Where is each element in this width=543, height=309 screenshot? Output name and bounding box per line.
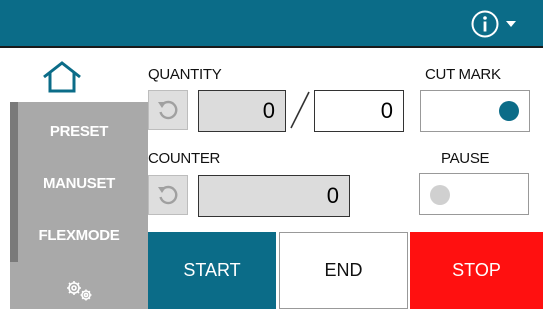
slash-separator xyxy=(290,91,310,129)
quantity-current-field[interactable]: 0 xyxy=(198,90,286,132)
quantity-label: QUANTITY xyxy=(148,66,222,83)
pause-indicator-dot xyxy=(430,185,450,205)
sidebar-accent-bar xyxy=(10,102,18,262)
cut-mark-indicator-dot xyxy=(499,101,519,121)
info-menu[interactable] xyxy=(470,8,530,40)
info-circle-icon[interactable] xyxy=(470,9,500,39)
start-button[interactable]: START xyxy=(148,232,276,309)
counter-label: COUNTER xyxy=(148,150,221,167)
counter-value: 0 xyxy=(326,183,339,208)
caret-down-icon[interactable] xyxy=(505,18,517,30)
start-button-label: START xyxy=(183,260,241,280)
quantity-target-value: 0 xyxy=(380,98,393,123)
counter-field[interactable]: 0 xyxy=(198,175,350,217)
stop-button-label: STOP xyxy=(452,260,501,280)
quantity-current-value: 0 xyxy=(262,98,275,123)
end-button[interactable]: END xyxy=(279,232,408,309)
sidebar-item-manuset[interactable]: MANUSET xyxy=(18,164,140,202)
top-bar xyxy=(0,0,543,48)
sidebar-item-label: FLEXMODE xyxy=(38,226,120,244)
sidebar-item-label: PRESET xyxy=(49,122,109,140)
sidebar-item-preset[interactable]: PRESET xyxy=(18,112,140,150)
quantity-target-field[interactable]: 0 xyxy=(314,90,404,132)
cut-mark-toggle[interactable] xyxy=(420,90,530,132)
counter-reset-button[interactable] xyxy=(148,175,188,215)
sidebar-item-label: MANUSET xyxy=(42,174,116,192)
home-button[interactable] xyxy=(38,57,86,97)
reset-icon xyxy=(158,100,178,120)
home-icon xyxy=(43,61,81,93)
pause-toggle[interactable] xyxy=(419,173,529,215)
reset-icon xyxy=(158,185,178,205)
quantity-reset-button[interactable] xyxy=(148,90,188,130)
cut-mark-label: CUT MARK xyxy=(425,66,501,83)
end-button-label: END xyxy=(324,260,363,280)
gears-icon xyxy=(67,281,92,301)
settings-button[interactable] xyxy=(60,276,100,306)
sidebar-item-flexmode[interactable]: FLEXMODE xyxy=(18,216,140,254)
pause-label: PAUSE xyxy=(441,150,490,167)
stop-button[interactable]: STOP xyxy=(410,232,543,309)
